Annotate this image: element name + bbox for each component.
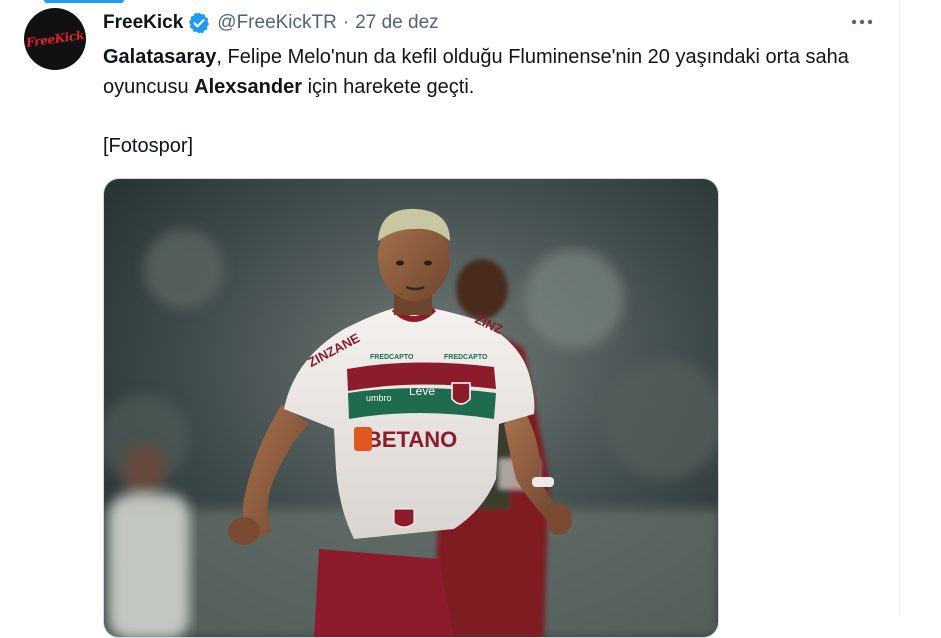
more-dots-icon: [851, 19, 873, 25]
source-credit: [Fotospor]: [103, 135, 194, 157]
tweet-photo[interactable]: BETANO ZINZANE ZINZ umbro Leve FREDCAPTO…: [103, 178, 719, 638]
shirt-patch-left: FREDCAPTO: [370, 354, 414, 361]
tweet-date[interactable]: 27 de dez: [355, 12, 438, 34]
separator-dot: ·: [342, 12, 350, 33]
avatar-logo: FreeKick: [25, 28, 85, 50]
user-handle[interactable]: @FreeKickTR: [217, 12, 337, 34]
tweet-text-part2: için harekete geçti.: [302, 76, 475, 98]
shirt-brand-leve: Leve: [409, 384, 435, 398]
verified-badge-icon[interactable]: [187, 11, 211, 35]
shirt-brand-umbro: umbro: [366, 393, 392, 403]
avatar[interactable]: FreeKick: [24, 8, 86, 70]
tweet-header: FreeKick @FreeKickTR · 27 de dez: [103, 10, 439, 36]
more-options-button[interactable]: [848, 10, 876, 34]
tweet-text: Galatasaray, Felipe Melo'nun da kefil ol…: [103, 42, 883, 102]
player-photo: BETANO ZINZANE ZINZ umbro Leve FREDCAPTO…: [104, 179, 718, 637]
mention-galatasaray: Galatasaray: [103, 46, 217, 68]
sponsor-logo: BETANO: [366, 427, 457, 452]
display-name[interactable]: FreeKick: [103, 12, 183, 34]
mention-alexsander: Alexsander: [194, 76, 303, 98]
shirt-patch-right: FREDCAPTO: [444, 354, 488, 361]
